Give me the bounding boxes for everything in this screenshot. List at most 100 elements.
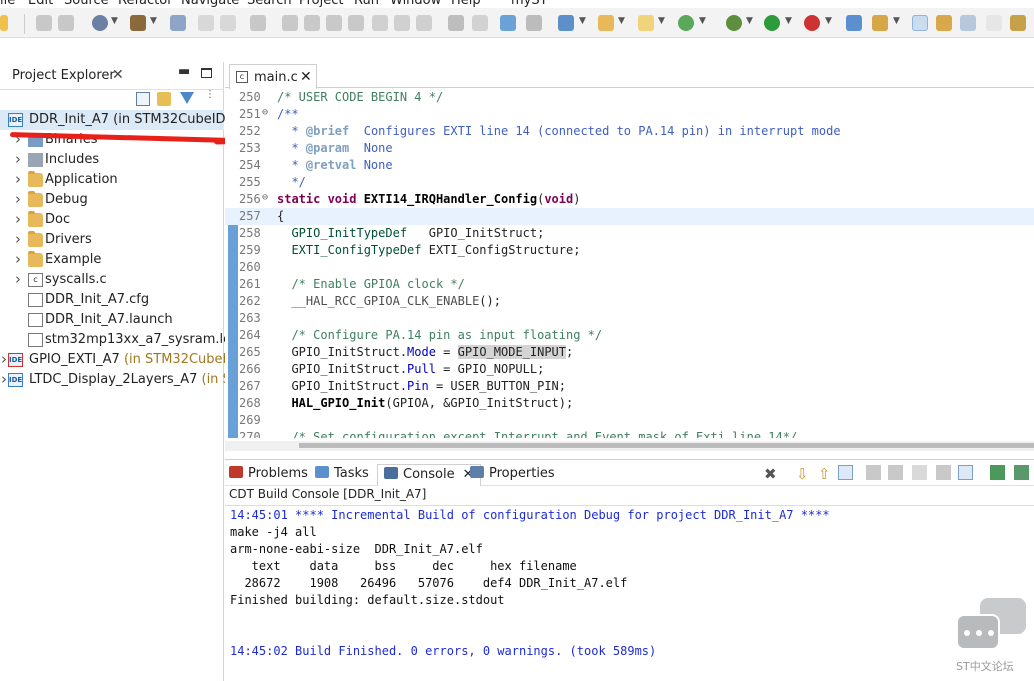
step-over-icon[interactable] — [394, 15, 410, 31]
disconnect-icon[interactable] — [348, 15, 364, 31]
fold-toggle-icon[interactable]: ⊖ — [262, 107, 268, 118]
menu-item[interactable]: Navigate — [181, 0, 239, 8]
step-into-icon[interactable] — [372, 15, 388, 31]
menu-item[interactable]: myST — [511, 0, 548, 8]
pin-icon[interactable] — [250, 15, 266, 31]
view-menu-icon[interactable]: ⋮ — [205, 90, 215, 106]
chevron-down-icon[interactable]: ▼ — [579, 16, 586, 26]
link-editor-icon[interactable] — [157, 92, 171, 106]
tab-properties[interactable]: Properties — [470, 466, 555, 481]
chevron-down-icon[interactable]: ▼ — [150, 16, 157, 26]
console-output[interactable]: 14:45:01 **** Incremental Build of confi… — [225, 505, 1034, 681]
tree-item[interactable]: › Debug — [0, 190, 224, 210]
step-return-icon[interactable] — [416, 15, 432, 31]
annotation-icon[interactable] — [1010, 15, 1026, 31]
chevron-right-icon[interactable]: › — [15, 170, 21, 188]
tree-item[interactable]: › IDE LTDC_Display_2Layers_A7 (in STM — [0, 370, 250, 390]
list-icon[interactable] — [448, 15, 464, 31]
tab-main-c[interactable]: c main.c ✕ — [229, 64, 317, 89]
menu-item[interactable]: Project — [299, 0, 343, 8]
link-icon[interactable] — [838, 465, 853, 480]
menu-item[interactable]: Edit — [28, 0, 53, 8]
fold-toggle-icon[interactable]: ⊖ — [262, 192, 268, 203]
run-external-icon[interactable] — [804, 15, 820, 31]
pin-console-icon[interactable] — [866, 465, 881, 480]
menu-item[interactable]: Help — [451, 0, 481, 8]
run-icon[interactable] — [764, 15, 780, 31]
refresh-icon[interactable] — [678, 15, 694, 31]
search-tool-icon[interactable] — [872, 15, 888, 31]
instruction-step-icon[interactable] — [472, 15, 488, 31]
whitespace-icon[interactable] — [986, 15, 1002, 31]
close-icon[interactable]: ✕ — [300, 69, 312, 85]
tab-console[interactable]: Console ✕ — [377, 464, 481, 486]
mark-occurrences-icon[interactable] — [936, 15, 952, 31]
display-selected-icon[interactable] — [888, 465, 903, 480]
tree-item[interactable]: › Doc — [0, 210, 224, 230]
scroll-lock-down-icon[interactable]: ⇩ — [796, 465, 811, 483]
tree-item[interactable]: DDR_Init_A7.launch — [0, 310, 224, 330]
project-explorer-title[interactable]: Project Explorer — [12, 68, 115, 83]
menu-item[interactable]: Search — [247, 0, 292, 8]
tree-item[interactable]: › Includes — [0, 150, 224, 170]
menu-item[interactable]: Refactor — [118, 0, 173, 8]
word-wrap-icon[interactable] — [912, 465, 927, 480]
terminate-icon[interactable] — [326, 15, 342, 31]
clear-console-icon[interactable]: ✖ — [764, 465, 779, 483]
binary-icon[interactable] — [170, 15, 186, 31]
minimize-icon[interactable]: ▬ — [178, 64, 190, 79]
block-selection-icon[interactable] — [960, 15, 976, 31]
settings-icon[interactable] — [92, 15, 108, 31]
tree-item[interactable]: DDR_Init_A7.cfg — [0, 290, 224, 310]
tab-tasks[interactable]: Tasks — [315, 466, 369, 481]
chevron-right-icon[interactable]: › — [15, 210, 21, 228]
chevron-right-icon[interactable]: › — [15, 230, 21, 248]
build-hammer-icon[interactable] — [130, 15, 146, 31]
new-class-icon[interactable] — [638, 15, 654, 31]
scroll-lock-up-icon[interactable]: ⇧ — [818, 465, 833, 483]
debug-icon[interactable] — [726, 15, 742, 31]
console-menu-icon[interactable] — [1014, 465, 1029, 480]
tab-problems[interactable]: Problems — [229, 466, 308, 481]
menu-item[interactable]: ile — [0, 0, 15, 8]
chevron-right-icon[interactable]: › — [15, 250, 21, 268]
tree-item[interactable]: IDE DDR_Init_A7 (in STM32CubeIDE) — [0, 110, 239, 130]
tree-item[interactable]: › Example — [0, 250, 224, 270]
chevron-down-icon[interactable]: ▼ — [618, 16, 625, 26]
chevron-right-icon[interactable]: › — [1, 350, 7, 368]
back-icon[interactable] — [198, 15, 214, 31]
chevron-down-icon[interactable]: ▼ — [746, 16, 753, 26]
filter-icon[interactable] — [180, 92, 194, 104]
close-icon[interactable]: ✕ — [112, 67, 124, 83]
forward-icon[interactable] — [220, 15, 236, 31]
chevron-right-icon[interactable]: › — [1, 370, 7, 388]
chevron-right-icon[interactable]: › — [15, 150, 21, 168]
tree-item[interactable]: › IDE GPIO_EXTI_A7 (in STM32CubeIDE — [0, 350, 245, 370]
highlight-icon[interactable] — [912, 15, 928, 31]
new-folder-icon[interactable] — [598, 15, 614, 31]
save-all-icon[interactable] — [58, 15, 74, 31]
horizontal-scrollbar[interactable] — [225, 441, 1034, 451]
remove-launch-icon[interactable] — [936, 465, 951, 480]
scrollbar-thumb[interactable] — [299, 443, 1034, 448]
new-icon[interactable] — [0, 15, 8, 31]
device-config-icon[interactable] — [846, 15, 862, 31]
chevron-down-icon[interactable]: ▼ — [699, 16, 706, 26]
open-console-icon[interactable] — [958, 465, 973, 480]
remote-icon[interactable] — [500, 15, 516, 31]
menu-item[interactable]: Run — [354, 0, 379, 8]
tree-item[interactable]: › Application — [0, 170, 224, 190]
new-console-icon[interactable] — [990, 465, 1005, 480]
chevron-down-icon[interactable]: ▼ — [111, 16, 118, 26]
chevron-down-icon[interactable]: ▼ — [893, 16, 900, 26]
code-area[interactable]: 250/* USER CODE BEGIN 4 */251 ⊖/** 252 * @… — [225, 89, 1034, 438]
suspend-icon[interactable] — [304, 15, 320, 31]
menu-item[interactable]: Source — [64, 0, 109, 8]
tree-item[interactable]: stm32mp13xx_a7_sysram.ld — [0, 330, 231, 350]
chevron-right-icon[interactable]: › — [15, 190, 21, 208]
new-project-icon[interactable] — [558, 15, 574, 31]
chevron-down-icon[interactable]: ▼ — [785, 16, 792, 26]
tree-item[interactable]: › c syscalls.c — [0, 270, 224, 290]
chevron-down-icon[interactable]: ▼ — [825, 16, 832, 26]
chevron-right-icon[interactable]: › — [15, 270, 21, 288]
